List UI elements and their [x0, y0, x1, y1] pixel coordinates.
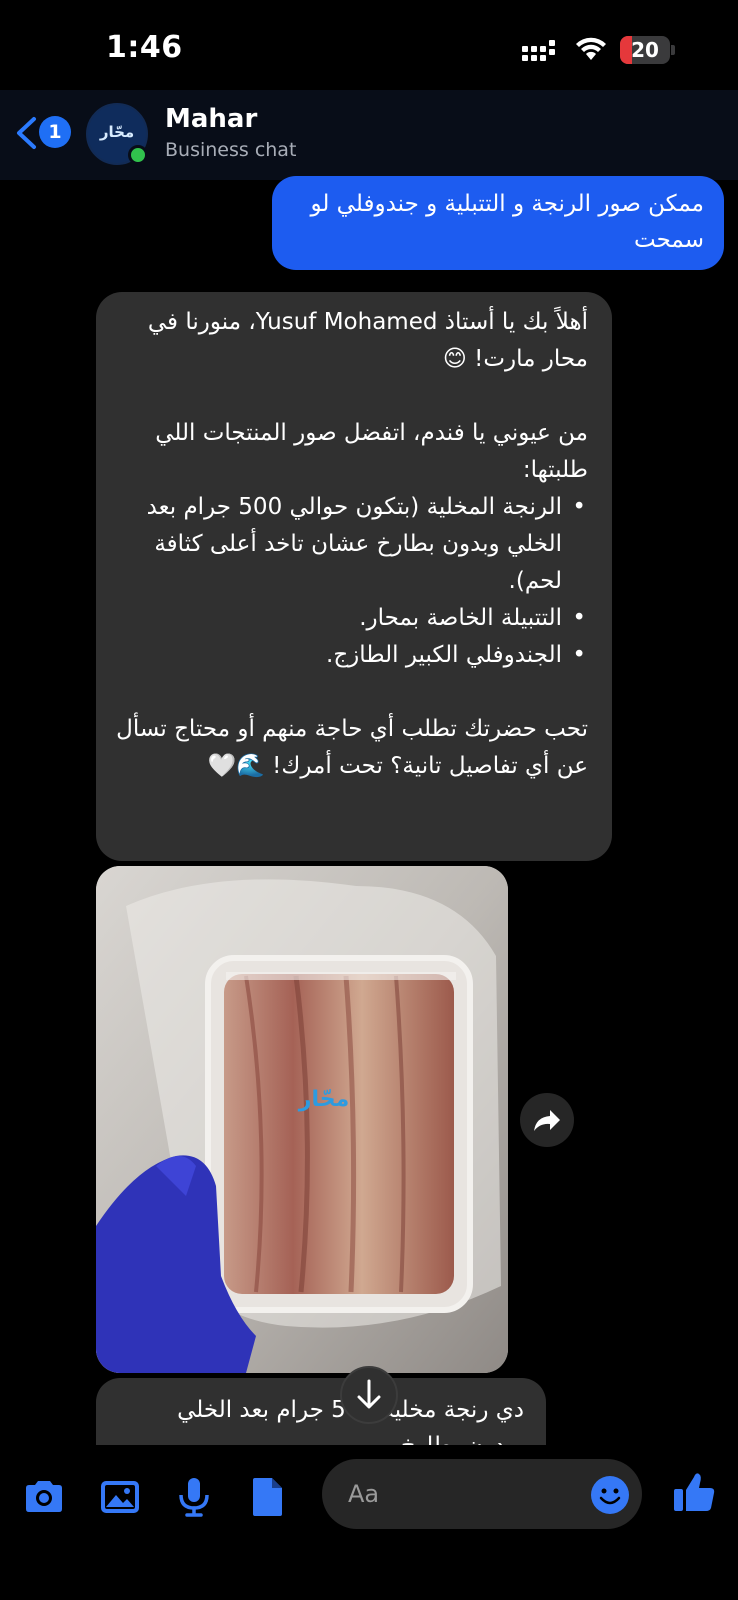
message-body: أهلاً بك يا أستاذ Yusuf Mohamed، منورنا …	[114, 304, 588, 785]
back-button[interactable]: 1	[14, 112, 74, 152]
emoji-icon[interactable]	[590, 1475, 630, 1515]
message-text: ممكن صور الرنجة و التتبلية و جندوفلي لو …	[310, 191, 704, 253]
microphone-icon[interactable]	[170, 1473, 218, 1521]
unread-badge: 1	[39, 116, 71, 148]
battery-icon: 20	[620, 36, 670, 64]
incoming-message[interactable]: أهلاً بك يا أستاذ Yusuf Mohamed، منورنا …	[96, 292, 612, 861]
outgoing-message[interactable]: ممكن صور الرنجة و التتبلية و جندوفلي لو …	[272, 176, 724, 270]
scroll-down-icon	[357, 1379, 381, 1409]
back-chevron-icon	[17, 117, 36, 149]
battery-level: 20	[631, 38, 659, 62]
product-photo[interactable]: محّار	[96, 866, 508, 1373]
message-input[interactable]	[348, 1459, 578, 1529]
clock: 1:46	[106, 30, 183, 65]
list-item: الجندوفلي الكبير الطازج.	[114, 637, 588, 674]
file-icon[interactable]	[244, 1473, 292, 1521]
wifi-icon	[576, 37, 606, 60]
gallery-icon[interactable]	[96, 1473, 144, 1521]
avatar-logo: محّار	[99, 123, 135, 141]
share-icon	[534, 1110, 560, 1131]
like-icon[interactable]	[672, 1469, 716, 1515]
photo-watermark: محّار	[298, 1087, 349, 1112]
closing-text: تحب حضرتك تطلب أي حاجة منهم أو محتاج تسأ…	[116, 716, 588, 779]
intro-text: من عيوني يا فندم، اتفضل صور المنتجات الل…	[155, 420, 588, 483]
online-status-dot	[128, 145, 148, 165]
list-item: التتبيلة الخاصة بمحار.	[114, 600, 588, 637]
signal-icon	[522, 40, 556, 62]
status-bar: 1:46 20	[0, 0, 738, 90]
contact-name[interactable]: Mahar	[165, 104, 257, 134]
greeting-text: أهلاً بك يا أستاذ Yusuf Mohamed، منورنا …	[147, 309, 588, 372]
list-item: الرنجة المخلية (بتكون حوالي 500 جرام بعد…	[114, 489, 588, 600]
herring-tray-image: محّار	[96, 866, 508, 1373]
scroll-to-bottom-button[interactable]	[340, 1366, 398, 1424]
battery-cap	[671, 45, 675, 55]
message-input-container[interactable]	[322, 1459, 642, 1529]
contact-subtitle: Business chat	[165, 139, 297, 161]
chat-header: 1 محّار Mahar Business chat	[0, 90, 738, 180]
camera-icon[interactable]	[20, 1473, 68, 1521]
message-composer	[0, 1445, 738, 1600]
share-button[interactable]	[520, 1093, 574, 1147]
